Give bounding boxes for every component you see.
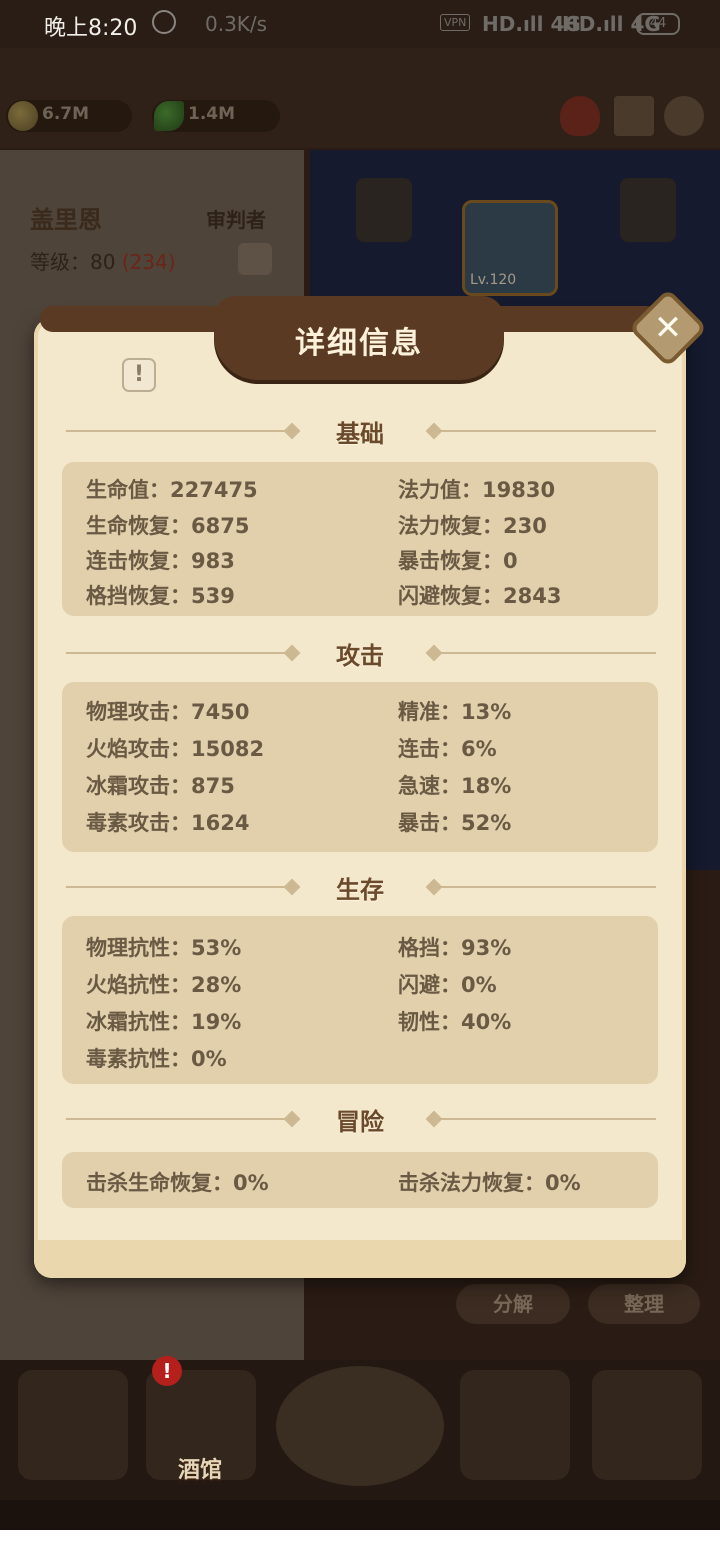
stat-combo: 连击：6% xyxy=(398,737,497,761)
stat-frost-resist: 冰霜抗性：19% xyxy=(86,1010,242,1034)
leaf-resource[interactable]: 1.4M xyxy=(152,100,280,132)
section-header-adventure: 冒险 xyxy=(66,1102,656,1136)
title-scroll-left xyxy=(40,306,230,332)
stat-hp-regen: 生命恢复：6875 xyxy=(86,514,250,538)
tavern-alert-icon: ! xyxy=(152,1356,182,1386)
decompose-button[interactable]: 分解 xyxy=(456,1284,570,1324)
stat-kill-hp-regen: 击杀生命恢复：0% xyxy=(86,1171,269,1195)
info-icon[interactable]: ! xyxy=(122,358,156,392)
hero-level: 等级：80 (234) xyxy=(30,246,176,275)
system-nav-bar xyxy=(0,1500,720,1530)
stat-box-attack: 物理攻击：7450 精准：13% 火焰攻击：15082 连击：6% 冰霜攻击：8… xyxy=(62,682,658,852)
section-header-survival: 生存 xyxy=(66,870,656,904)
footer-strip xyxy=(0,1530,720,1560)
hero-level-value: 等级：80 xyxy=(30,250,116,274)
section-header-attack: 攻击 xyxy=(66,636,656,670)
gold-amount: 6.7M xyxy=(42,104,90,124)
leaf-amount: 1.4M xyxy=(188,104,236,124)
section-title-basic: 基础 xyxy=(336,420,384,448)
top-bar xyxy=(0,48,720,148)
gear-icon[interactable] xyxy=(664,96,704,136)
stat-kill-mp-regen: 击杀法力恢复：0% xyxy=(398,1171,581,1195)
hero-name: 盖里恩 xyxy=(30,206,102,234)
vpn-icon: VPN xyxy=(440,14,471,31)
helmet-level: Lv.120 xyxy=(470,272,517,288)
gold-coin-icon xyxy=(8,101,38,131)
star-slot-icon[interactable] xyxy=(356,178,412,242)
dialog-title: 详细信息 xyxy=(295,326,423,361)
stat-combo-regen: 连击恢复：983 xyxy=(86,549,235,573)
stat-poison-attack: 毒素攻击：1624 xyxy=(86,811,250,835)
stat-physical-resist: 物理抗性：53% xyxy=(86,936,242,960)
battery-icon: 44 xyxy=(636,13,680,35)
stat-dodge: 闪避：0% xyxy=(398,973,497,997)
stat-haste: 急速：18% xyxy=(398,774,512,798)
stat-crit-regen: 暴击恢复：0 xyxy=(398,549,518,573)
stat-poison-resist: 毒素抗性：0% xyxy=(86,1047,227,1071)
section-title-adventure: 冒险 xyxy=(336,1108,384,1136)
alarm-icon xyxy=(152,10,176,34)
nav-adventure-map-icon[interactable] xyxy=(276,1366,444,1486)
stat-box-adventure: 击杀生命恢复：0% 击杀法力恢复：0% xyxy=(62,1152,658,1208)
stat-mp: 法力值：19830 xyxy=(398,478,556,502)
nav-chest-icon[interactable] xyxy=(460,1370,570,1480)
stat-crit: 暴击：52% xyxy=(398,811,512,835)
nav-forge-icon[interactable] xyxy=(592,1370,702,1480)
stat-frost-attack: 冰霜攻击：875 xyxy=(86,774,235,798)
stat-box-basic: 生命值：227475 法力值：19830 生命恢复：6875 法力恢复：230 … xyxy=(62,462,658,616)
sort-button[interactable]: 整理 xyxy=(588,1284,700,1324)
mail-icon[interactable] xyxy=(614,96,654,136)
nav-shop-icon[interactable] xyxy=(18,1370,128,1480)
nav-tavern-label: 酒馆 xyxy=(178,1458,223,1483)
stat-box-survival: 物理抗性：53% 格挡：93% 火焰抗性：28% 闪避：0% 冰霜抗性：19% … xyxy=(62,916,658,1084)
network-speed: 0.3K/s xyxy=(205,12,268,36)
stat-toughness: 韧性：40% xyxy=(398,1010,512,1034)
stat-block: 格挡：93% xyxy=(398,936,512,960)
leaf-icon xyxy=(154,101,184,131)
section-header-basic: 基础 xyxy=(66,414,656,448)
stat-physical-attack: 物理攻击：7450 xyxy=(86,700,250,724)
status-time: 晚上8:20 xyxy=(44,16,138,41)
close-icon[interactable]: ✕ xyxy=(640,300,696,356)
section-title-attack: 攻击 xyxy=(336,642,384,670)
stat-hp: 生命值：227475 xyxy=(86,478,258,502)
stat-fire-attack: 火焰攻击：15082 xyxy=(86,737,265,761)
stat-dodge-regen: 闪避恢复：2843 xyxy=(398,584,562,608)
dialog-bottom-trim xyxy=(34,1240,686,1278)
section-title-survival: 生存 xyxy=(336,876,384,904)
potion-icon[interactable] xyxy=(560,96,600,136)
stat-block-regen: 格挡恢复：539 xyxy=(86,584,235,608)
hero-class: 审判者 xyxy=(206,208,266,232)
gold-resource[interactable]: 6.7M xyxy=(6,100,132,132)
hero-info-button[interactable] xyxy=(238,243,272,275)
stat-mp-regen: 法力恢复：230 xyxy=(398,514,547,538)
stat-accuracy: 精准：13% xyxy=(398,700,512,724)
hero-level-extra: (234) xyxy=(121,250,176,274)
stat-fire-resist: 火焰抗性：28% xyxy=(86,973,242,997)
status-bar: 晚上8:20 0.3K/s VPN HD.ıll 4G HD.ıll 4G 44 xyxy=(0,0,720,48)
book-slot-icon[interactable] xyxy=(620,178,676,242)
